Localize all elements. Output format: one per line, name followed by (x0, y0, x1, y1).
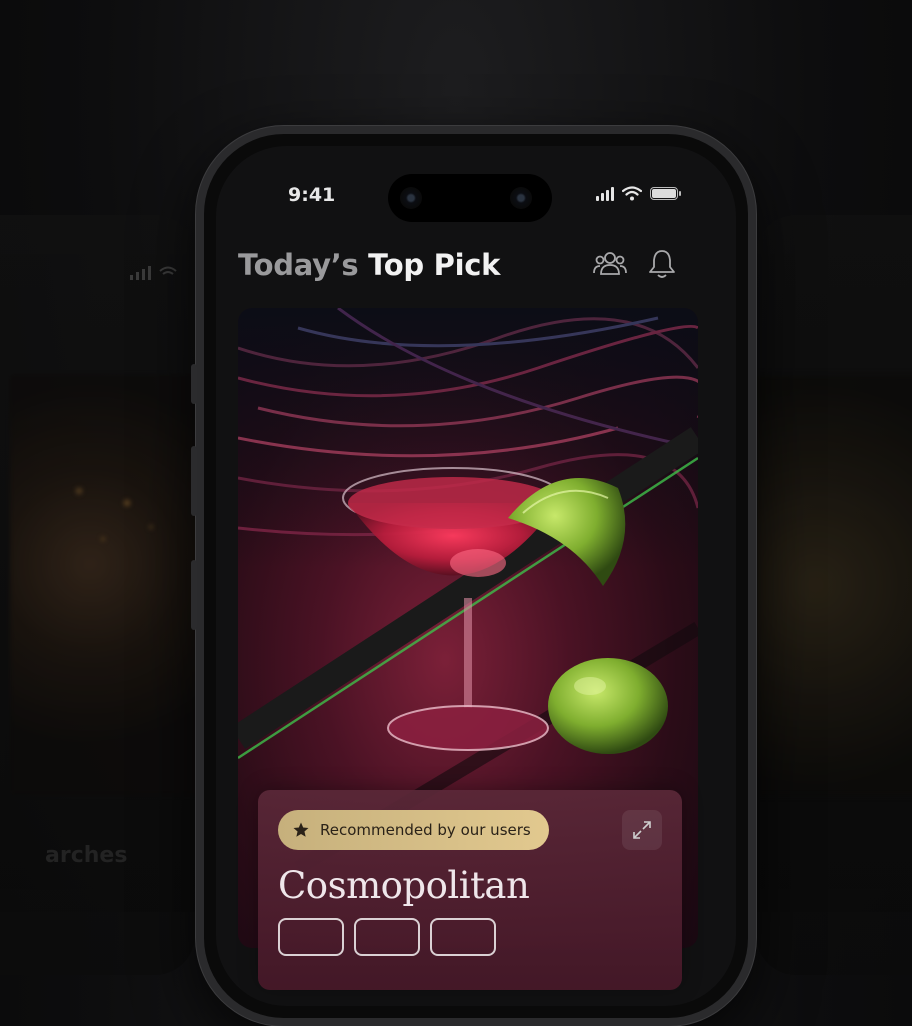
background-section-label: arches (45, 843, 128, 868)
tag-chip[interactable] (354, 918, 420, 956)
badge-label: Recommended by our users (320, 821, 531, 839)
page-title: Today’s Top Pick (238, 248, 500, 282)
sensor-icon (510, 187, 532, 209)
volume-down-button (191, 560, 197, 630)
users-icon[interactable] (592, 246, 628, 282)
signal-icon (596, 186, 614, 201)
page-title-part2: Top Pick (368, 248, 501, 282)
recommendation-badge: Recommended by our users (278, 810, 549, 850)
background-image (10, 375, 195, 795)
status-time: 9:41 (288, 184, 336, 206)
battery-icon (650, 187, 681, 200)
star-icon (293, 822, 309, 837)
phone-screen: 9:41 Today’s Top Pick Recommended by our… (216, 146, 736, 1006)
background-image (756, 375, 912, 795)
tag-chip[interactable] (278, 918, 344, 956)
background-signal-icon (130, 263, 180, 285)
expand-button[interactable] (622, 810, 662, 850)
expand-icon (633, 821, 651, 839)
wifi-icon (622, 186, 642, 201)
tag-chip[interactable] (430, 918, 496, 956)
camera-icon (400, 187, 422, 209)
side-button (191, 364, 197, 404)
volume-up-button (191, 446, 197, 516)
drink-name: Cosmopolitan (278, 864, 530, 907)
status-icons (596, 186, 681, 201)
dynamic-island (388, 174, 552, 222)
phone-bezel: 9:41 Today’s Top Pick Recommended by our… (204, 134, 748, 1018)
background-lights (55, 455, 175, 575)
bell-icon[interactable] (644, 246, 680, 282)
drink-tags (278, 918, 496, 956)
background-phone-left: arches (0, 215, 195, 975)
background-phone-right (756, 215, 912, 975)
featured-drink-panel: Recommended by our users Cosmopolitan (258, 790, 682, 990)
page-title-part1: Today’s (238, 248, 359, 282)
phone-frame: 9:41 Today’s Top Pick Recommended by our… (191, 126, 756, 1026)
